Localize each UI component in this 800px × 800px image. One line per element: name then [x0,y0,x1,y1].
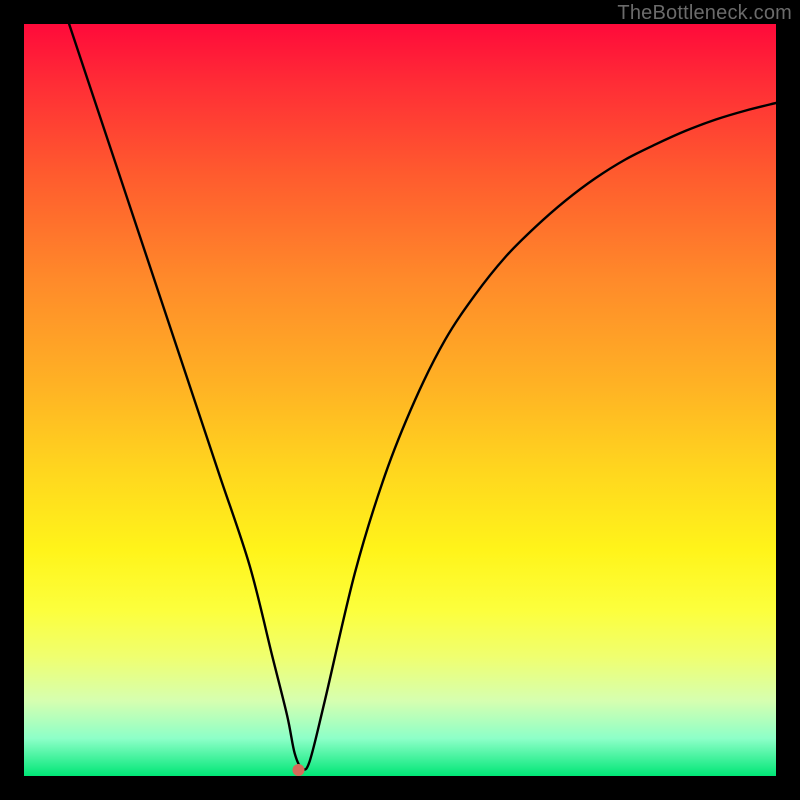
watermark-text: TheBottleneck.com [617,2,792,25]
bottleneck-curve-svg [24,24,776,776]
bottleneck-min-marker [292,764,304,776]
chart-frame: TheBottleneck.com [0,0,800,800]
bottleneck-curve-path [69,24,776,770]
plot-area [24,24,776,776]
